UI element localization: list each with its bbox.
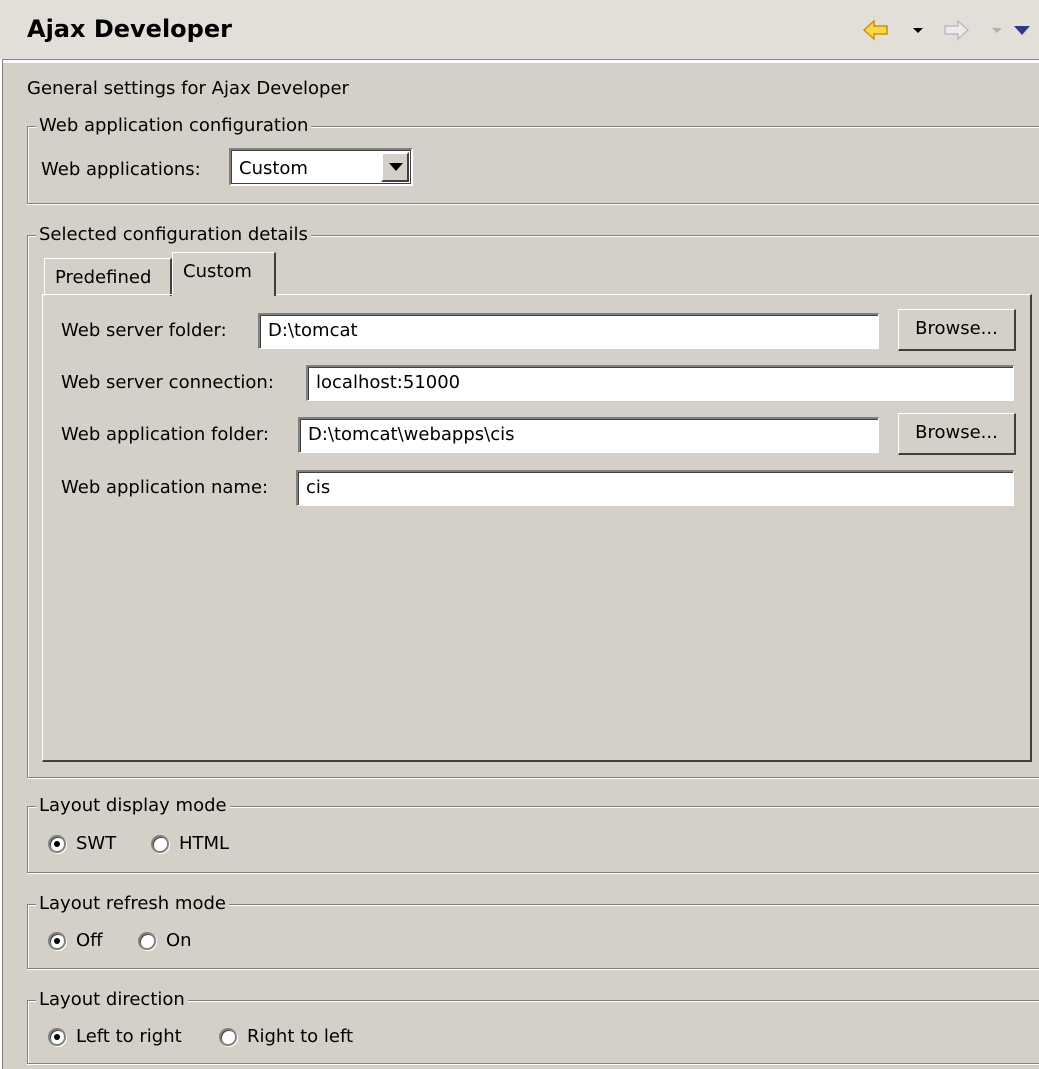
page-description: General settings for Ajax Developer — [27, 78, 349, 99]
layout-refresh-legend: Layout refresh mode — [36, 893, 229, 915]
forward-history-dropdown-icon — [991, 16, 1003, 44]
swt-label[interactable]: SWT — [76, 833, 116, 855]
off-radio[interactable] — [48, 932, 66, 950]
web-server-folder-label: Web server folder: — [61, 320, 227, 341]
tab-custom[interactable]: Custom — [172, 252, 276, 296]
web-app-folder-label: Web application folder: — [61, 424, 269, 445]
browse-server-folder-button[interactable]: Browse... — [898, 309, 1016, 351]
browse-app-folder-button[interactable]: Browse... — [898, 413, 1016, 455]
web-app-name-input[interactable]: cis — [296, 470, 1014, 506]
web-app-folder-input[interactable]: D:\tomcat\webapps\cis — [298, 417, 879, 453]
web-server-folder-input[interactable]: D:\tomcat — [258, 313, 879, 349]
view-title: Ajax Developer — [27, 15, 232, 43]
swt-radio[interactable] — [48, 835, 66, 853]
left-border — [0, 59, 3, 1069]
web-server-connection-input[interactable]: localhost:51000 — [306, 365, 1014, 401]
view-menu-icon[interactable] — [1013, 16, 1031, 44]
left-to-right-label[interactable]: Left to right — [76, 1026, 182, 1048]
web-applications-combo[interactable]: Custom — [229, 148, 413, 186]
right-to-left-radio[interactable] — [219, 1028, 237, 1046]
forward-arrow-icon — [942, 16, 970, 44]
web-applications-value: Custom — [239, 158, 308, 179]
web-app-name-label: Web application name: — [61, 477, 269, 498]
web-applications-label: Web applications: — [41, 159, 201, 180]
header-separator — [0, 59, 1039, 63]
on-radio[interactable] — [138, 932, 156, 950]
web-server-connection-label: Web server connection: — [61, 372, 274, 393]
chevron-down-icon[interactable] — [381, 152, 409, 182]
config-details-legend: Selected configuration details — [36, 224, 311, 246]
tab-predefined[interactable]: Predefined — [44, 258, 172, 296]
left-to-right-radio[interactable] — [48, 1028, 66, 1046]
right-to-left-label[interactable]: Right to left — [247, 1026, 353, 1048]
web-app-config-legend: Web application configuration — [36, 115, 312, 137]
layout-direction-legend: Layout direction — [36, 989, 188, 1011]
tab-custom-label: Custom — [183, 261, 252, 282]
html-label[interactable]: HTML — [179, 833, 229, 855]
html-radio[interactable] — [151, 835, 169, 853]
view-header: Ajax Developer — [0, 0, 1039, 59]
on-label[interactable]: On — [166, 930, 192, 952]
tab-predefined-label: Predefined — [55, 267, 152, 288]
back-history-dropdown-icon[interactable] — [912, 16, 924, 44]
back-arrow-icon[interactable] — [862, 16, 890, 44]
layout-display-legend: Layout display mode — [36, 795, 230, 817]
off-label[interactable]: Off — [76, 930, 103, 952]
